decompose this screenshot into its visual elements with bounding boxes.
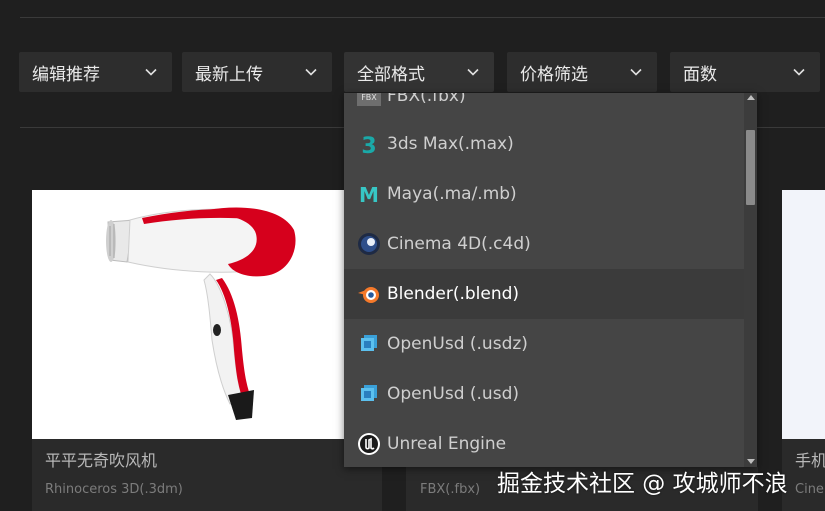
model-thumbnail-hair-dryer[interactable] bbox=[32, 190, 382, 439]
maya-icon: M bbox=[357, 182, 381, 207]
model-thumbnail-phone[interactable] bbox=[782, 190, 825, 439]
unreal-icon bbox=[357, 432, 381, 456]
dropdown-scrollbar[interactable] bbox=[744, 93, 757, 467]
format-option-3dsmax[interactable]: 3 3ds Max(.max) bbox=[344, 119, 744, 169]
card-format: Rhinoceros 3D(.3dm) bbox=[45, 482, 183, 497]
format-label: 3ds Max(.max) bbox=[387, 134, 514, 154]
scrollbar-thumb[interactable] bbox=[746, 130, 755, 205]
filter-label: 面数 bbox=[683, 64, 717, 85]
app-root: 编辑推荐 最新上传 全部格式 价格筛选 面数 平平无奇吹风机 Rhinocero… bbox=[0, 0, 825, 511]
filter-label: 最新上传 bbox=[195, 64, 263, 85]
3dsmax-icon: 3 bbox=[357, 132, 381, 159]
openusd-icon bbox=[357, 332, 381, 356]
format-label: Unreal Engine bbox=[387, 434, 507, 454]
hair-dryer-image bbox=[106, 207, 296, 420]
format-option-cinema4d[interactable]: Cinema 4D(.c4d) bbox=[344, 219, 744, 269]
format-label: OpenUsd (.usd) bbox=[387, 384, 519, 404]
format-dropdown-menu: FBX FBX(.fbx) 3 3ds Max(.max) M Maya(.ma… bbox=[344, 93, 757, 467]
filter-latest-upload[interactable]: 最新上传 bbox=[182, 52, 332, 92]
format-option-blender[interactable]: Blender(.blend) bbox=[344, 269, 744, 319]
cinema4d-icon bbox=[357, 232, 381, 256]
chevron-down-icon bbox=[792, 65, 806, 79]
filter-label: 编辑推荐 bbox=[32, 64, 100, 85]
format-label: Cinema 4D(.c4d) bbox=[387, 234, 531, 254]
scroll-up-arrow-icon[interactable] bbox=[747, 95, 755, 100]
chevron-down-icon bbox=[304, 65, 318, 79]
fbx-icon-text: FBX bbox=[361, 93, 377, 102]
filter-price[interactable]: 价格筛选 bbox=[507, 52, 657, 92]
card-format: Cine bbox=[795, 482, 824, 497]
format-option-openusd-usdz[interactable]: OpenUsd (.usdz) bbox=[344, 319, 744, 369]
blender-icon bbox=[357, 282, 381, 306]
top-divider bbox=[20, 17, 825, 18]
format-option-maya[interactable]: M Maya(.ma/.mb) bbox=[344, 169, 744, 219]
chevron-down-icon bbox=[466, 65, 480, 79]
chevron-down-icon bbox=[629, 65, 643, 79]
format-option-openusd-usd[interactable]: OpenUsd (.usd) bbox=[344, 369, 744, 419]
filter-label: 价格筛选 bbox=[520, 64, 588, 85]
chevron-down-icon bbox=[144, 65, 158, 79]
maya-icon-text: M bbox=[359, 183, 379, 206]
max-icon-text: 3 bbox=[361, 134, 376, 156]
format-label: Blender(.blend) bbox=[387, 284, 520, 304]
card-title[interactable]: 平平无奇吹风机 bbox=[45, 447, 157, 471]
filter-label: 全部格式 bbox=[357, 64, 425, 85]
format-option-unreal[interactable]: Unreal Engine bbox=[344, 419, 744, 467]
watermark: 掘金技术社区 @ 攻城师不浪 bbox=[497, 471, 788, 497]
filter-polycount[interactable]: 面数 bbox=[670, 52, 820, 92]
filter-all-formats[interactable]: 全部格式 bbox=[344, 52, 494, 92]
format-label: Maya(.ma/.mb) bbox=[387, 184, 517, 204]
format-label: FBX(.fbx) bbox=[387, 93, 466, 106]
card-title[interactable]: 手机 bbox=[795, 447, 825, 471]
format-option-fbx[interactable]: FBX FBX(.fbx) bbox=[344, 93, 744, 121]
format-label: OpenUsd (.usdz) bbox=[387, 334, 528, 354]
filter-editor-pick[interactable]: 编辑推荐 bbox=[19, 52, 172, 92]
card-format: FBX(.fbx) bbox=[420, 482, 481, 497]
fbx-icon: FBX bbox=[357, 93, 381, 108]
openusd-icon bbox=[357, 382, 381, 406]
